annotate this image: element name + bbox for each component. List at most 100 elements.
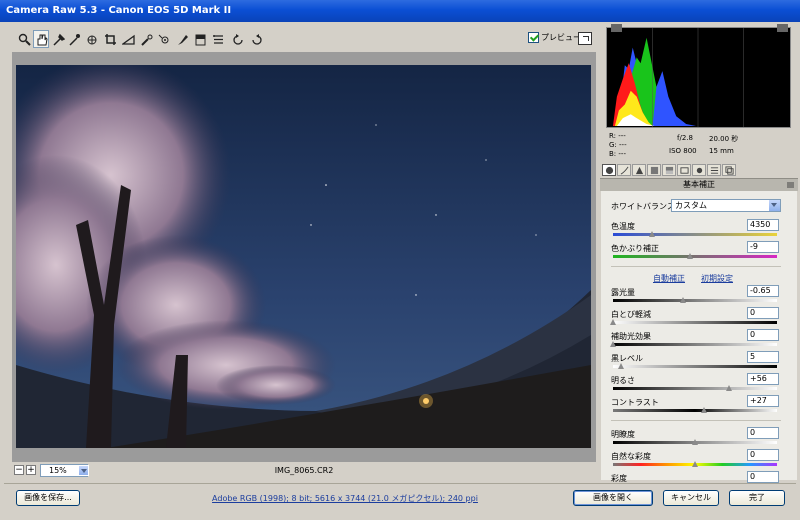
zoom-bar: − + 15% IMG_8065.CR2 <box>12 464 596 478</box>
basic-settings: ホワイトバランス : カスタム 色温度 4350 色かぶり補正 -9 自動補正 … <box>601 191 797 483</box>
brightness-slider[interactable] <box>613 387 777 390</box>
chevron-down-icon[interactable] <box>769 200 780 211</box>
tab-split-toning-icon[interactable] <box>662 164 676 176</box>
tab-basic-icon[interactable] <box>602 164 616 176</box>
tab-lens-icon[interactable] <box>677 164 691 176</box>
saturation-label: 彩度 <box>611 474 627 483</box>
rotate-right-icon[interactable] <box>248 30 264 48</box>
panel-tabs <box>602 164 796 178</box>
preview-checkbox[interactable] <box>528 32 539 43</box>
exif-readout: R: --- G: --- B: --- f/2.8 20.00 秒 ISO 8… <box>609 132 789 160</box>
histogram <box>606 27 791 128</box>
recovery-field[interactable]: 0 <box>747 307 779 319</box>
preview-label: プレビュー <box>541 33 581 42</box>
white-balance-label: ホワイトバランス : <box>611 202 681 211</box>
target-adjustment-tool-icon[interactable] <box>84 30 100 48</box>
tint-field[interactable]: -9 <box>747 241 779 253</box>
preview-toggle[interactable]: プレビュー <box>528 32 581 43</box>
blacks-slider-thumb[interactable] <box>617 363 625 369</box>
window-title: Camera Raw 5.3 - Canon EOS 5D Mark II <box>0 0 800 22</box>
tab-camera-calibration-icon[interactable] <box>692 164 706 176</box>
spot-removal-tool-icon[interactable] <box>138 30 154 48</box>
fill-light-slider-thumb[interactable] <box>609 341 617 347</box>
fill-light-field[interactable]: 0 <box>747 329 779 341</box>
exposure-slider-thumb[interactable] <box>680 297 687 303</box>
iso: ISO 800 <box>669 147 697 155</box>
divider <box>611 420 781 421</box>
file-name: IMG_8065.CR2 <box>274 466 334 475</box>
b-value: --- <box>618 150 626 158</box>
exposure-slider[interactable] <box>613 299 777 302</box>
rotate-left-icon[interactable] <box>230 30 246 48</box>
exposure-field[interactable]: -0.65 <box>747 285 779 297</box>
fullscreen-icon[interactable] <box>578 32 592 45</box>
blacks-field[interactable]: 5 <box>747 351 779 363</box>
temperature-field[interactable]: 4350 <box>747 219 779 231</box>
graduated-filter-icon[interactable] <box>192 30 208 48</box>
preferences-icon[interactable] <box>210 30 226 48</box>
recovery-slider[interactable] <box>613 321 777 324</box>
brightness-field[interactable]: +56 <box>747 373 779 385</box>
section-title-text: 基本補正 <box>683 180 715 189</box>
contrast-field[interactable]: +27 <box>747 395 779 407</box>
contrast-label: コントラスト <box>611 398 659 407</box>
auto-link[interactable]: 自動補正 <box>653 273 685 284</box>
shutter-speed: 20.00 秒 <box>709 135 739 143</box>
brightness-label: 明るさ <box>611 376 635 385</box>
r-label: R: <box>609 132 617 140</box>
adjustment-brush-icon[interactable] <box>174 30 190 48</box>
highlight-clipping-icon[interactable] <box>777 24 788 32</box>
vibrance-slider-thumb[interactable] <box>691 461 699 467</box>
temperature-slider[interactable] <box>613 233 777 236</box>
hand-tool-icon[interactable] <box>33 30 49 48</box>
fill-light-slider[interactable] <box>613 343 777 346</box>
b-label: B: <box>609 150 617 158</box>
tab-hsl-icon[interactable] <box>647 164 661 176</box>
save-image-button[interactable]: 画像を保存... <box>16 490 80 506</box>
tint-slider[interactable] <box>613 255 777 258</box>
r-value: --- <box>618 132 626 140</box>
photo-preview[interactable] <box>16 65 591 448</box>
tab-snapshots-icon[interactable] <box>722 164 736 176</box>
exposure-label: 露光量 <box>611 288 635 297</box>
footer-divider <box>4 483 796 484</box>
contrast-slider-thumb[interactable] <box>701 407 708 413</box>
divider <box>611 266 781 267</box>
open-image-button[interactable]: 画像を開く <box>573 490 653 506</box>
blacks-slider[interactable] <box>613 365 777 368</box>
section-title: 基本補正 <box>600 178 798 191</box>
clarity-field[interactable]: 0 <box>747 427 779 439</box>
color-sampler-tool-icon[interactable] <box>66 30 82 48</box>
vibrance-field[interactable]: 0 <box>747 449 779 461</box>
white-balance-value: カスタム <box>675 201 707 210</box>
crop-tool-icon[interactable] <box>102 30 118 48</box>
white-balance-select[interactable]: カスタム <box>671 199 781 212</box>
done-button[interactable]: 完了 <box>729 490 785 506</box>
tab-presets-icon[interactable] <box>707 164 721 176</box>
tint-slider-thumb[interactable] <box>686 253 694 259</box>
g-value: --- <box>619 141 627 149</box>
zoom-tool-icon[interactable] <box>16 30 32 48</box>
red-eye-tool-icon[interactable] <box>156 30 172 48</box>
temperature-slider-thumb[interactable] <box>648 231 656 237</box>
cancel-button[interactable]: キャンセル <box>663 490 719 506</box>
recovery-slider-thumb[interactable] <box>609 319 617 325</box>
aperture: f/2.8 <box>677 134 693 142</box>
tab-detail-icon[interactable] <box>632 164 646 176</box>
adjustments-panel: R: --- G: --- B: --- f/2.8 20.00 秒 ISO 8… <box>599 22 799 483</box>
workflow-options-link[interactable]: Adobe RGB (1998); 8 bit; 5616 x 3744 (21… <box>120 493 570 504</box>
toolbar: プレビュー <box>12 30 596 50</box>
saturation-field[interactable]: 0 <box>747 471 779 483</box>
default-link[interactable]: 初期設定 <box>701 273 733 284</box>
tab-tone-curve-icon[interactable] <box>617 164 631 176</box>
g-label: G: <box>609 141 617 149</box>
straighten-tool-icon[interactable] <box>120 30 136 48</box>
fill-light-label: 補助光効果 <box>611 332 651 341</box>
shadow-clipping-icon[interactable] <box>611 24 622 32</box>
panel-menu-icon[interactable] <box>787 182 794 188</box>
brightness-slider-thumb[interactable] <box>725 385 733 391</box>
contrast-slider[interactable] <box>613 409 777 412</box>
clarity-slider-thumb[interactable] <box>691 439 699 445</box>
recovery-label: 白とび軽減 <box>611 310 651 319</box>
white-balance-tool-icon[interactable] <box>50 30 66 48</box>
